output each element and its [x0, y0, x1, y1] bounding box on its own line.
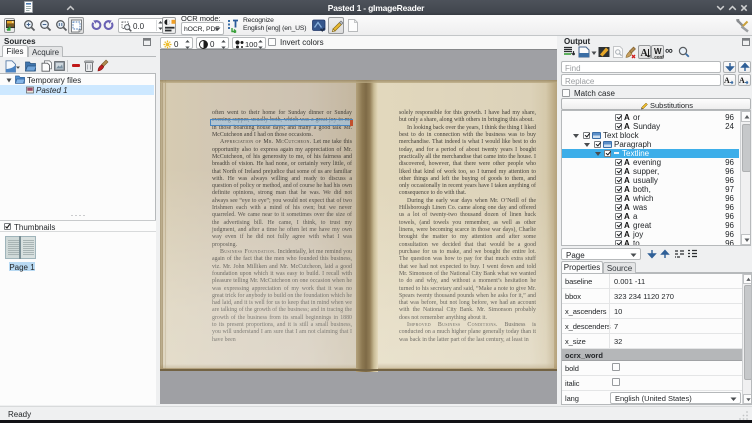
svg-text:A: A [724, 76, 730, 85]
svg-text:A: A [640, 48, 648, 59]
svg-text:conf: conf [654, 54, 664, 59]
svg-text:A: A [739, 76, 745, 85]
